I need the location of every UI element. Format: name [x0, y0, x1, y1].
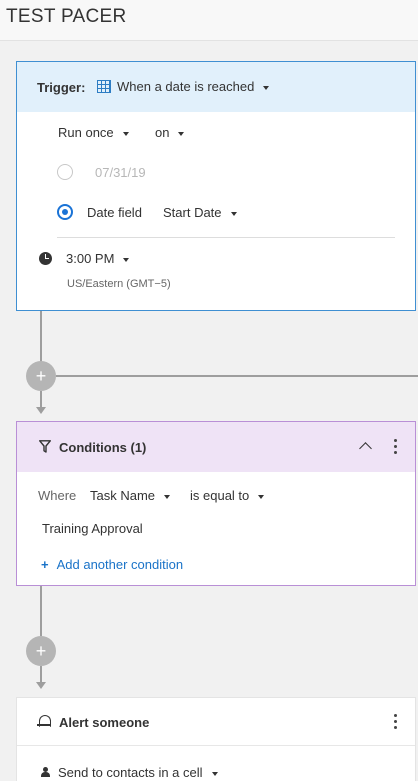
trigger-label: Trigger:	[37, 80, 86, 95]
caret-down-icon	[178, 131, 185, 136]
alert-card: Alert someone Send to contacts in a cell	[16, 697, 416, 781]
connector-line	[40, 666, 42, 682]
trigger-card: Trigger: When a date is reached Run once…	[16, 61, 416, 311]
caret-down-icon	[122, 131, 129, 136]
frequency-dropdown[interactable]: Run once	[58, 125, 129, 140]
conditions-title: Conditions (1)	[59, 440, 147, 455]
down-arrow-icon	[36, 407, 46, 414]
divider	[57, 237, 395, 238]
more-options-icon[interactable]	[394, 714, 398, 730]
trigger-type-dropdown[interactable]: When a date is reached	[117, 79, 270, 94]
clock-icon	[39, 252, 52, 265]
connector-line	[40, 586, 42, 636]
where-label: Where	[38, 488, 77, 503]
conditions-card: Conditions (1) Where Task Name is equal …	[16, 421, 416, 586]
bell-icon	[37, 715, 51, 727]
condition-field-dropdown[interactable]: Task Name	[90, 488, 171, 503]
conditions-header: Conditions (1)	[17, 422, 415, 472]
add-step-button[interactable]: +	[26, 636, 56, 666]
down-arrow-icon	[36, 682, 46, 689]
date-field-dropdown[interactable]: Start Date	[163, 205, 237, 220]
time-dropdown[interactable]: 3:00 PM	[66, 251, 130, 266]
collapse-chevron-up-icon[interactable]	[359, 442, 372, 455]
condition-value[interactable]: Training Approval	[42, 521, 143, 536]
on-dropdown[interactable]: on	[155, 125, 185, 140]
calendar-icon	[97, 80, 111, 93]
add-step-button[interactable]: +	[26, 361, 56, 391]
fixed-date-radio[interactable]	[57, 164, 73, 180]
timezone-label: US/Eastern (GMT−5)	[67, 278, 171, 290]
branch-connector-line	[56, 375, 418, 377]
caret-down-icon	[263, 85, 270, 90]
date-field-radio[interactable]	[57, 204, 73, 220]
connector-line	[40, 311, 42, 366]
add-condition-link[interactable]: + Add another condition	[41, 557, 183, 572]
caret-down-icon	[211, 771, 218, 776]
condition-operator-dropdown[interactable]: is equal to	[190, 488, 265, 503]
trigger-header: Trigger: When a date is reached	[17, 62, 415, 112]
caret-down-icon	[123, 257, 130, 262]
date-field-label: Date field	[87, 205, 142, 220]
caret-down-icon	[164, 494, 171, 499]
connector-line	[40, 391, 42, 407]
plus-icon: +	[41, 557, 49, 572]
recipient-dropdown[interactable]: Send to contacts in a cell	[58, 765, 218, 780]
more-options-icon[interactable]	[394, 439, 398, 455]
caret-down-icon	[258, 494, 265, 499]
alert-header: Alert someone	[17, 698, 415, 746]
filter-icon	[39, 440, 51, 453]
app-header: TEST PACER	[0, 0, 418, 41]
caret-down-icon	[230, 211, 237, 216]
alert-title: Alert someone	[59, 715, 150, 730]
page-title: TEST PACER	[6, 6, 127, 27]
person-icon	[41, 767, 50, 777]
fixed-date-field[interactable]: 07/31/19	[95, 165, 146, 180]
